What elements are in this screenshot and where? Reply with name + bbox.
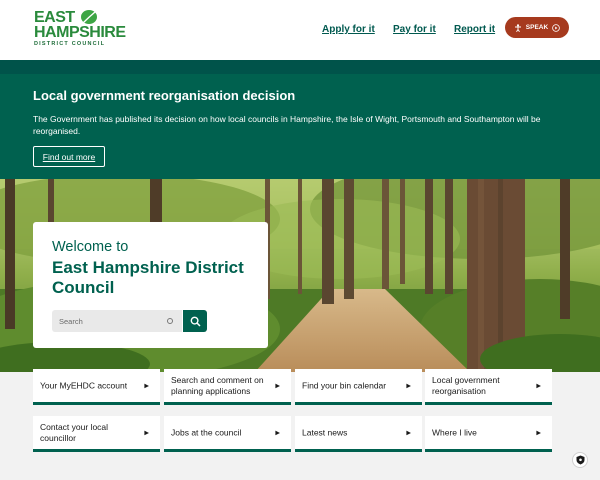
caret-right-icon: ▶: [275, 430, 280, 436]
tile-label: Local government reorganisation: [432, 374, 500, 396]
welcome-heading: Welcome to: [52, 239, 129, 255]
tile-label: Contact your local councillor: [40, 421, 109, 443]
cookie-settings-button[interactable]: [572, 452, 588, 468]
tile-label: Where I live: [432, 427, 477, 437]
caret-right-icon: ▶: [536, 430, 541, 436]
banner-title: Local government reorganisation decision: [33, 88, 296, 103]
caret-right-icon: ▶: [536, 383, 541, 389]
search-input[interactable]: [52, 310, 164, 332]
pay-for-it-link[interactable]: Pay for it: [393, 24, 436, 35]
caret-right-icon: ▶: [144, 383, 149, 389]
logo-line-2: HAMPSHIRE: [34, 24, 126, 41]
tile-label: Latest news: [302, 427, 348, 437]
tile-label: Your MyEHDC account: [40, 380, 128, 390]
tile-planning-applications[interactable]: Search and comment on planning applicati…: [164, 369, 291, 405]
speak-button[interactable]: SPEAK: [505, 17, 569, 38]
caret-right-icon: ▶: [406, 430, 411, 436]
shield-icon: [576, 455, 584, 465]
search-button[interactable]: [183, 310, 207, 332]
caret-right-icon: ▶: [144, 430, 149, 436]
welcome-card: Welcome to East Hampshire District Counc…: [33, 222, 268, 348]
tile-bin-calendar[interactable]: Find your bin calendar ▶: [295, 369, 422, 405]
tile-where-i-live[interactable]: Where I live ▶: [425, 416, 552, 452]
council-name-heading: East Hampshire District Council: [52, 258, 244, 297]
tile-jobs[interactable]: Jobs at the council ▶: [164, 416, 291, 452]
report-it-link[interactable]: Report it: [454, 24, 495, 35]
logo-line-3: DISTRICT COUNCIL: [34, 41, 106, 47]
tile-contact-councillor[interactable]: Contact your local councillor ▶: [33, 416, 160, 452]
search-field[interactable]: [52, 310, 182, 332]
leaf-icon: [81, 10, 97, 24]
caret-right-icon: ▶: [275, 383, 280, 389]
play-circle-icon: [552, 23, 561, 32]
banner-content: Local government reorganisation decision…: [0, 60, 600, 179]
site-header: EAST HAMPSHIRE DISTRICT COUNCIL Apply fo…: [0, 0, 600, 60]
council-logo[interactable]: EAST HAMPSHIRE DISTRICT COUNCIL: [34, 10, 126, 54]
tile-label: Search and comment on planning applicati…: [171, 374, 264, 396]
search-icon: [190, 316, 201, 327]
tile-myehdc-account[interactable]: Your MyEHDC account ▶: [33, 369, 160, 405]
clear-icon[interactable]: [167, 318, 173, 324]
tile-label: Find your bin calendar: [302, 380, 387, 390]
speak-label: SPEAK: [525, 24, 549, 31]
tile-latest-news[interactable]: Latest news ▶: [295, 416, 422, 452]
find-out-more-button[interactable]: Find out more: [33, 146, 105, 167]
tile-label: Jobs at the council: [171, 427, 242, 437]
caret-right-icon: ▶: [406, 383, 411, 389]
person-icon: [514, 23, 521, 32]
banner-text: The Government has published its decisio…: [33, 114, 541, 136]
tile-local-government-reorganisation[interactable]: Local government reorganisation ▶: [425, 369, 552, 405]
apply-for-it-link[interactable]: Apply for it: [322, 24, 375, 35]
